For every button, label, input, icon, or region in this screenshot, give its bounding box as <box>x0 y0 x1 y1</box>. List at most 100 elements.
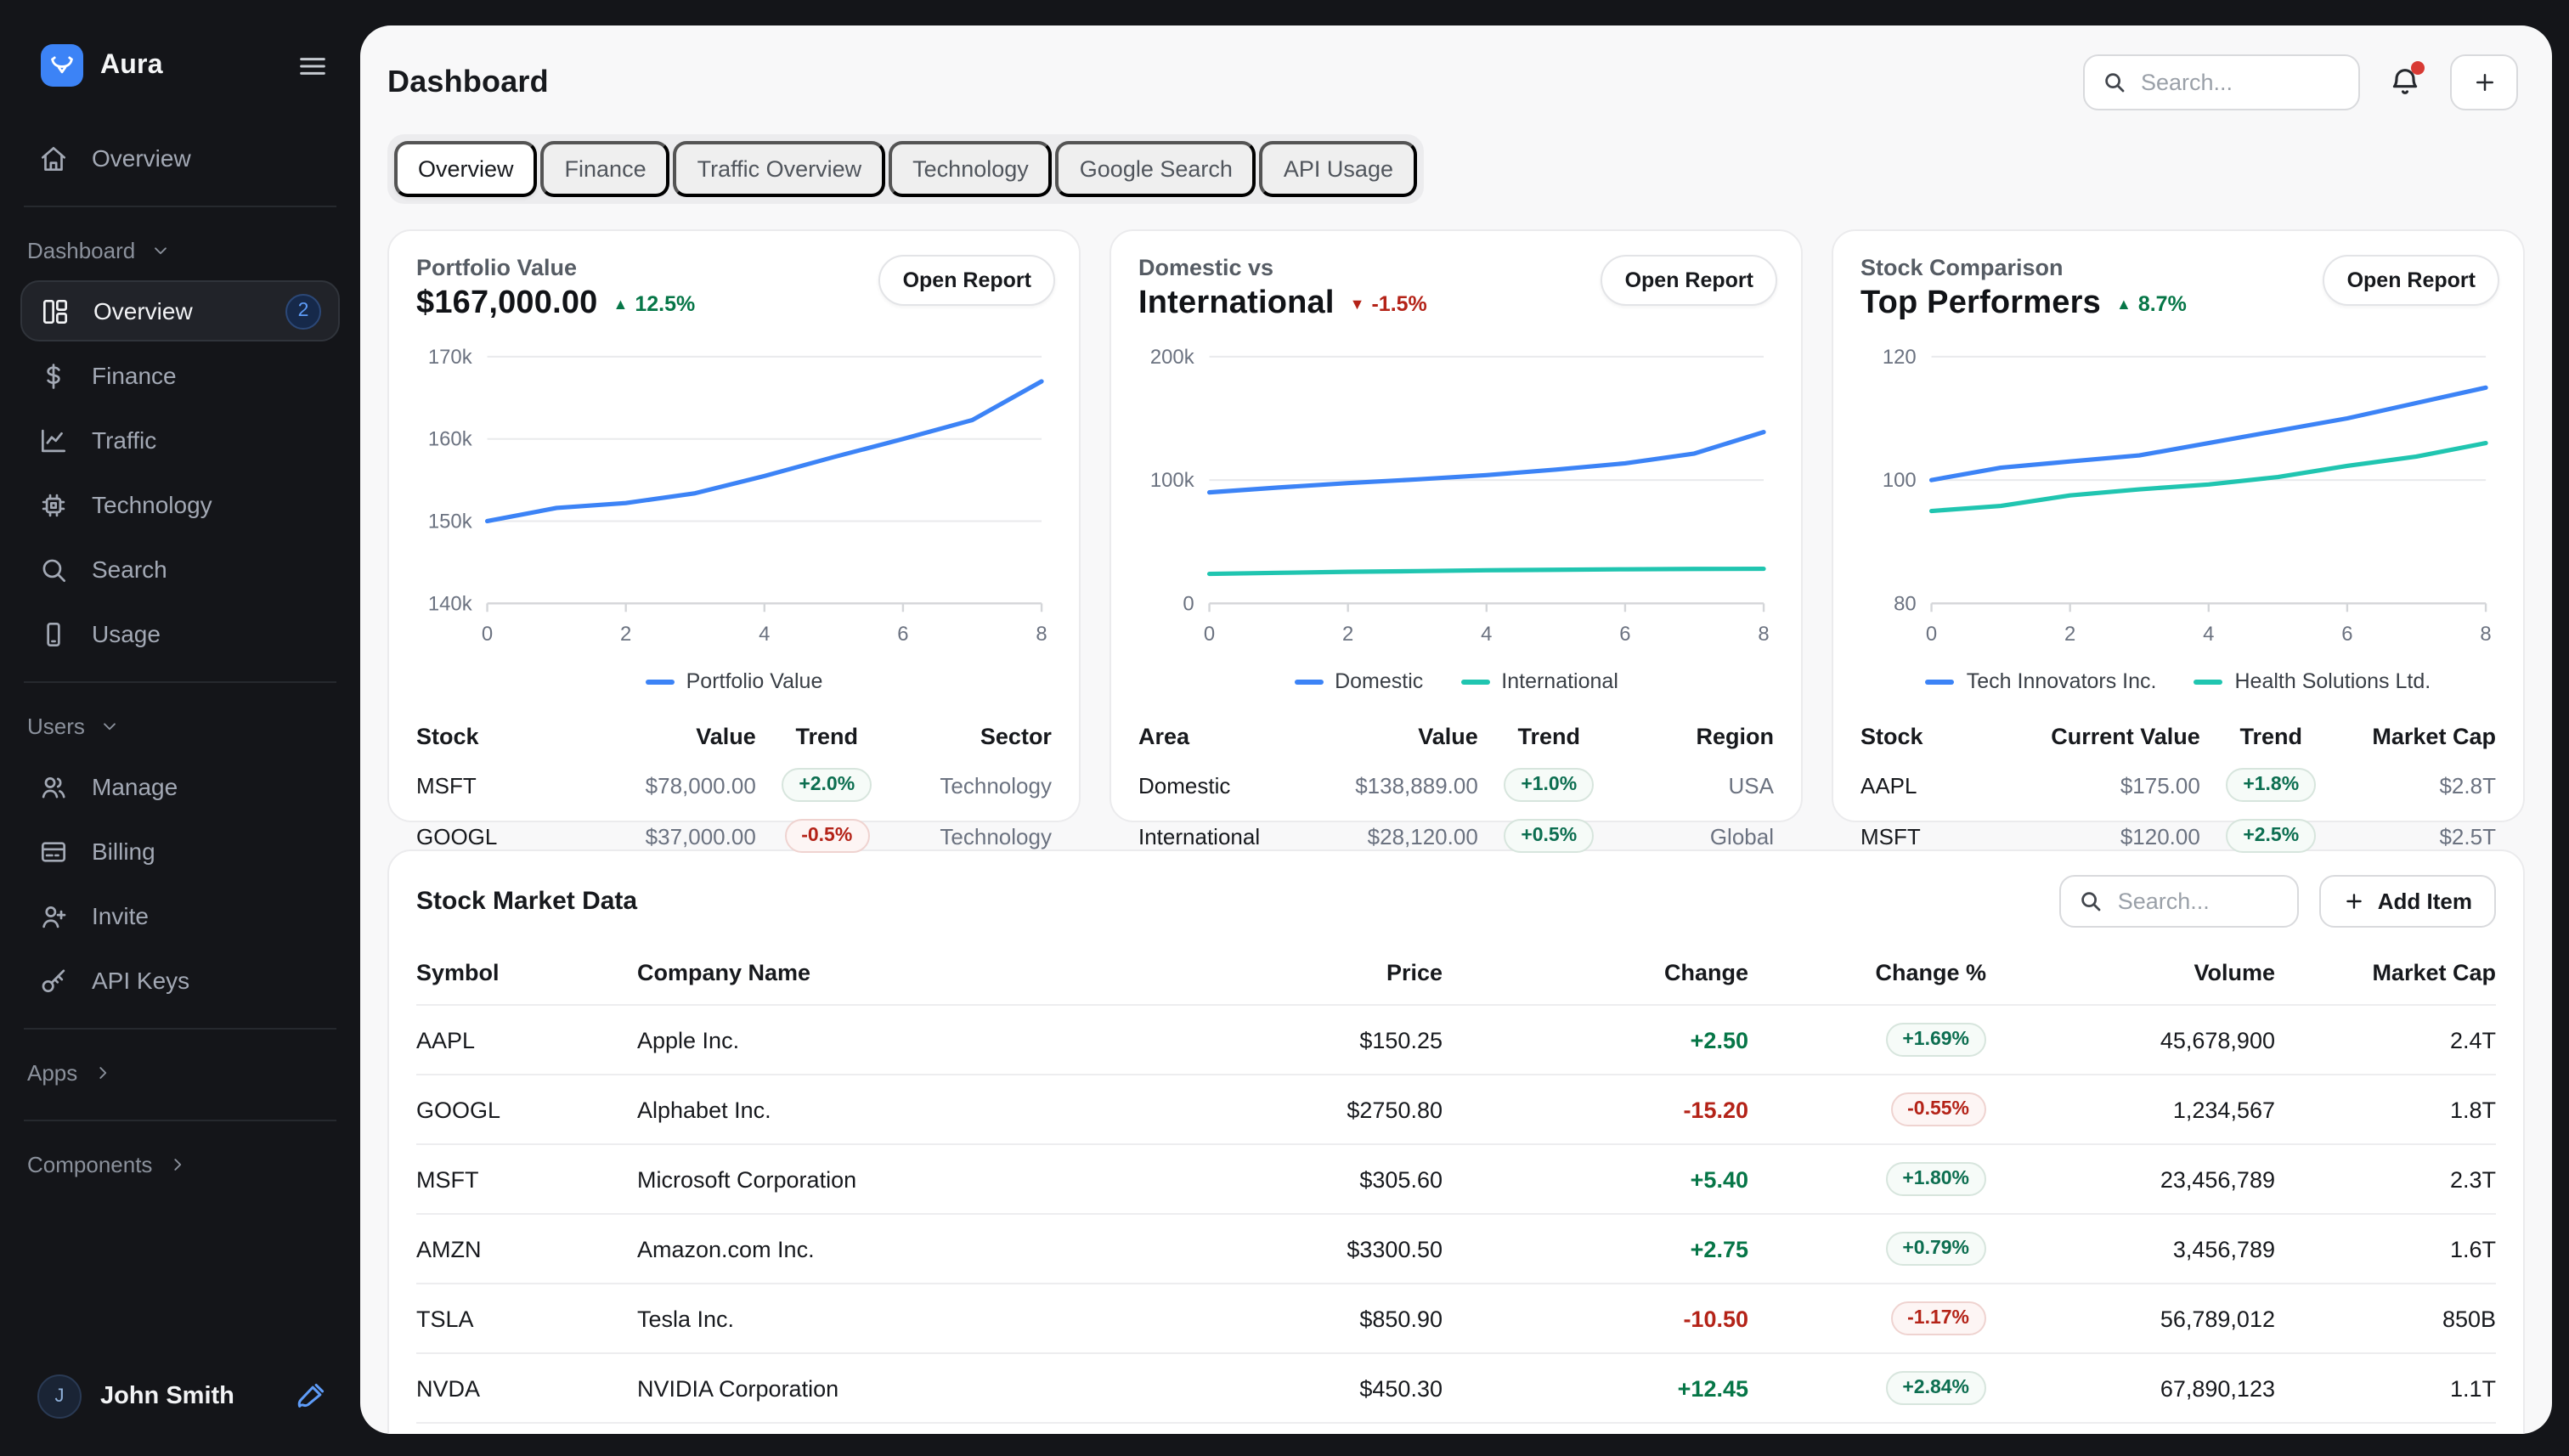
cell-extra: Global <box>1610 823 1774 849</box>
cell-change: +2.75 <box>1443 1236 1748 1261</box>
change-pct-badge: +0.79% <box>1885 1232 1986 1266</box>
stock-search-input[interactable] <box>2118 889 2281 914</box>
stock-table: SymbolCompany NamePriceChangeChange %Vol… <box>416 945 2496 1434</box>
card-delta: ▲8.7% <box>2116 292 2187 316</box>
sidebar-item-finance[interactable]: Finance <box>20 345 340 406</box>
chart-legend: Tech Innovators Inc.Health Solutions Ltd… <box>1860 669 2496 693</box>
cell-symbol: GOOGL <box>416 1097 637 1122</box>
table-row-msft[interactable]: MSFTMicrosoft Corporation$305.60+5.40+1.… <box>416 1145 2496 1215</box>
plus-icon <box>2344 890 2366 912</box>
svg-text:8: 8 <box>1758 623 1769 646</box>
search-icon <box>37 553 70 585</box>
trend-badge: -0.5% <box>784 819 869 853</box>
sidebar-section-apps[interactable]: Apps <box>20 1047 340 1103</box>
tab-technology[interactable]: Technology <box>889 141 1053 197</box>
tab-traffic-overview[interactable]: Traffic Overview <box>674 141 886 197</box>
cell-extra: $2.8T <box>2332 772 2496 798</box>
legend-label: Health Solutions Ltd. <box>2235 669 2431 693</box>
table-row-nvda[interactable]: NVDANVIDIA Corporation$450.30+12.45+2.84… <box>416 1354 2496 1424</box>
sidebar-item-technology[interactable]: Technology <box>20 474 340 535</box>
trend-badge: +2.0% <box>782 768 872 802</box>
tab-api-usage[interactable]: API Usage <box>1260 141 1417 197</box>
open-report-button[interactable]: Open Report <box>879 255 1055 306</box>
svg-text:2: 2 <box>2064 623 2075 646</box>
header-search[interactable] <box>2083 54 2360 110</box>
table-row-amzn[interactable]: AMZNAmazon.com Inc.$3300.50+2.75+0.79%3,… <box>416 1215 2496 1284</box>
column-header-volume: Volume <box>1986 960 2275 985</box>
sidebar-item-overview[interactable]: Overview <box>20 127 340 189</box>
legend-swatch <box>1294 679 1323 684</box>
cell-trend: +0.5% <box>1488 819 1610 853</box>
tab-google-search[interactable]: Google Search <box>1056 141 1256 197</box>
delta-value: 12.5% <box>635 292 695 316</box>
card-headline: International <box>1138 285 1335 323</box>
main-panel: Dashboard <box>360 25 2552 1434</box>
sidebar-section-dashboard[interactable]: Dashboard <box>20 224 340 280</box>
table-row-tsla[interactable]: TSLATesla Inc.$850.90-10.50-1.17%56,789,… <box>416 1284 2496 1354</box>
add-item-button[interactable]: Add Item <box>2320 875 2496 928</box>
sidebar-item-label: Manage <box>92 773 323 800</box>
cell-name: GOOGL <box>416 823 573 849</box>
card-headline: Top Performers <box>1860 285 2101 323</box>
svg-text:4: 4 <box>759 623 770 646</box>
add-button[interactable] <box>2450 54 2518 110</box>
cell-volume: 23,456,789 <box>1986 1166 2275 1192</box>
legend-item-domestic: Domestic <box>1294 669 1423 693</box>
delta-up-icon: ▲ <box>613 296 629 312</box>
chart-area: 0100k200k02468 <box>1138 340 1774 666</box>
column-header: Stock <box>416 724 573 749</box>
svg-text:0: 0 <box>1926 623 1937 646</box>
user-row[interactable]: J John Smith <box>0 1347 360 1456</box>
cell-trend: +1.8% <box>2210 768 2332 802</box>
svg-text:2: 2 <box>1342 623 1353 646</box>
table-row: AAPL$175.00+1.8%$2.8T <box>1860 759 2496 810</box>
sidebar-item-label: Search <box>92 556 323 583</box>
card-delta: ▲ 12.5% <box>613 292 696 316</box>
sidebar-item-label: Traffic <box>92 426 323 454</box>
legend-item-portfolio-value: Portfolio Value <box>646 669 823 693</box>
menu-icon[interactable] <box>296 48 330 82</box>
sidebar-item-traffic[interactable]: Traffic <box>20 409 340 471</box>
tab-overview[interactable]: Overview <box>394 141 538 197</box>
cell-symbol: MSFT <box>416 1166 637 1192</box>
table-row-aapl[interactable]: AAPLApple Inc.$150.25+2.50+1.69%45,678,9… <box>416 1006 2496 1075</box>
cell-market-cap: 1.1T <box>2275 1375 2496 1401</box>
sidebar-item-manage[interactable]: Manage <box>20 756 340 817</box>
open-report-button[interactable]: Open Report <box>1601 255 1777 306</box>
cell-value: $28,120.00 <box>1296 823 1488 849</box>
cell-company: NVIDIA Corporation <box>637 1375 1256 1401</box>
sidebar-item-invite[interactable]: Invite <box>20 885 340 946</box>
theme-brush-icon[interactable] <box>294 1380 326 1413</box>
delta-value: 8.7% <box>2138 292 2187 316</box>
notifications-bell-icon[interactable] <box>2387 65 2423 100</box>
legend-swatch <box>1926 679 1955 684</box>
sidebar: Aura OverviewDashboardOverview2FinanceTr… <box>0 0 360 1456</box>
sidebar-item-usage[interactable]: Usage <box>20 603 340 664</box>
open-report-button[interactable]: Open Report <box>2323 255 2499 306</box>
sidebar-item-billing[interactable]: Billing <box>20 821 340 882</box>
home-icon <box>37 142 70 174</box>
table-row-meta[interactable]: METAMeta Platforms Inc.$320.75-3.25-1.00… <box>416 1424 2496 1434</box>
tab-finance[interactable]: Finance <box>541 141 670 197</box>
header-search-input[interactable] <box>2141 70 2341 95</box>
sidebar-item-overview[interactable]: Overview2 <box>20 280 340 341</box>
sidebar-item-api-keys[interactable]: API Keys <box>20 950 340 1011</box>
line-chart-stock-comparison: 8010012002468 <box>1860 340 2496 657</box>
bull-icon <box>48 51 76 80</box>
cell-market-cap: 2.4T <box>2275 1027 2496 1052</box>
cell-name: Domestic <box>1138 772 1296 798</box>
cell-company: Microsoft Corporation <box>637 1166 1256 1192</box>
stock-search[interactable] <box>2060 875 2300 928</box>
sidebar-item-search[interactable]: Search <box>20 539 340 600</box>
sidebar-section-components[interactable]: Components <box>20 1138 340 1194</box>
table-row-googl[interactable]: GOOGLAlphabet Inc.$2750.80-15.20-0.55%1,… <box>416 1075 2496 1145</box>
change-pct-badge: +2.84% <box>1885 1371 1986 1405</box>
column-header-price: Price <box>1256 960 1443 985</box>
cell-change: +12.45 <box>1443 1375 1748 1401</box>
svg-text:0: 0 <box>482 623 493 646</box>
delta-value: -1.5% <box>1371 292 1426 316</box>
sidebar-section-users[interactable]: Users <box>20 700 340 756</box>
svg-text:150k: 150k <box>428 510 472 533</box>
cell-change: +2.50 <box>1443 1027 1748 1052</box>
cell-name: AAPL <box>1860 772 2018 798</box>
